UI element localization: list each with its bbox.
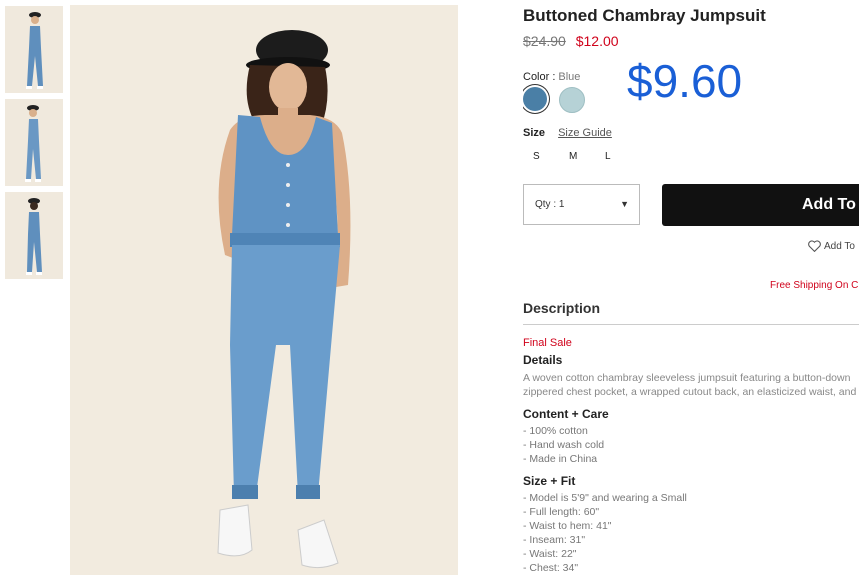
- list-item: - Hand wash cold: [523, 439, 605, 451]
- list-item: - Made in China: [523, 453, 598, 465]
- size-row: Size Size Guide: [523, 127, 612, 139]
- size-fit-heading: Size + Fit: [523, 474, 576, 488]
- product-title: Buttoned Chambray Jumpsuit: [523, 6, 766, 25]
- product-info-panel: Buttoned Chambray Jumpsuit $24.90 $12.00…: [523, 0, 859, 575]
- thumbnail-front[interactable]: [5, 6, 63, 93]
- list-item: - Model is 5'9" and wearing a Small: [523, 492, 687, 504]
- sale-price: $12.00: [575, 33, 619, 49]
- details-line: zippered chest pocket, a wrapped cutout …: [523, 386, 857, 398]
- quantity-value: Qty : 1: [535, 199, 565, 210]
- thumbnail-list: [5, 6, 63, 285]
- color-label-text: Color :: [523, 71, 556, 83]
- size-option-l[interactable]: L: [605, 151, 641, 162]
- list-item: - Waist to hem: 41": [523, 520, 612, 532]
- list-item: - Full length: 60": [523, 506, 600, 518]
- heart-icon: [808, 240, 821, 253]
- color-label: Color : Blue: [523, 71, 580, 83]
- description-heading: Description: [523, 300, 601, 316]
- thumbnail-back[interactable]: [5, 192, 63, 279]
- list-item: - Waist: 22": [523, 548, 577, 560]
- size-guide-link[interactable]: Size Guide: [558, 127, 612, 139]
- content-care-heading: Content + Care: [523, 407, 609, 421]
- details-heading: Details: [523, 353, 563, 367]
- quantity-select[interactable]: Qty : 1 ▼: [523, 184, 640, 225]
- size-option-s[interactable]: S: [533, 151, 569, 162]
- color-selected-value: Blue: [558, 71, 581, 83]
- original-price: $24.90: [523, 33, 566, 49]
- details-line: A woven cotton chambray sleeveless jumps…: [523, 372, 851, 384]
- content-care-list: - 100% cotton - Hand wash cold - Made in…: [523, 424, 604, 466]
- wishlist-link[interactable]: Add To: [808, 240, 855, 253]
- size-fit-list: - Model is 5'9" and wearing a Small - Fu…: [523, 491, 687, 575]
- color-swatch-blue[interactable]: [523, 87, 547, 111]
- thumbnail-side[interactable]: [5, 99, 63, 186]
- caret-down-icon: ▼: [620, 199, 629, 209]
- list-item: - Inseam: 31": [523, 534, 586, 546]
- add-to-bag-label: Add To: [802, 196, 856, 213]
- divider: [523, 324, 859, 325]
- list-item: - 100% cotton: [523, 425, 588, 437]
- free-shipping-link[interactable]: Free Shipping On C: [770, 280, 858, 291]
- details-text: A woven cotton chambray sleeveless jumps…: [523, 371, 856, 399]
- product-main-image[interactable]: [70, 5, 458, 575]
- size-options: SML: [533, 151, 641, 162]
- final-sale-label: Final Sale: [523, 337, 572, 349]
- color-swatch-light-blue[interactable]: [559, 87, 585, 113]
- size-label: Size: [523, 127, 546, 139]
- price-row: $24.90 $12.00: [523, 33, 619, 49]
- wishlist-label: Add To: [824, 241, 855, 252]
- add-to-bag-button[interactable]: Add To: [662, 184, 859, 226]
- list-item: - Chest: 34": [523, 562, 579, 574]
- overlay-price: $9.60: [627, 55, 743, 107]
- size-option-m[interactable]: M: [569, 151, 605, 162]
